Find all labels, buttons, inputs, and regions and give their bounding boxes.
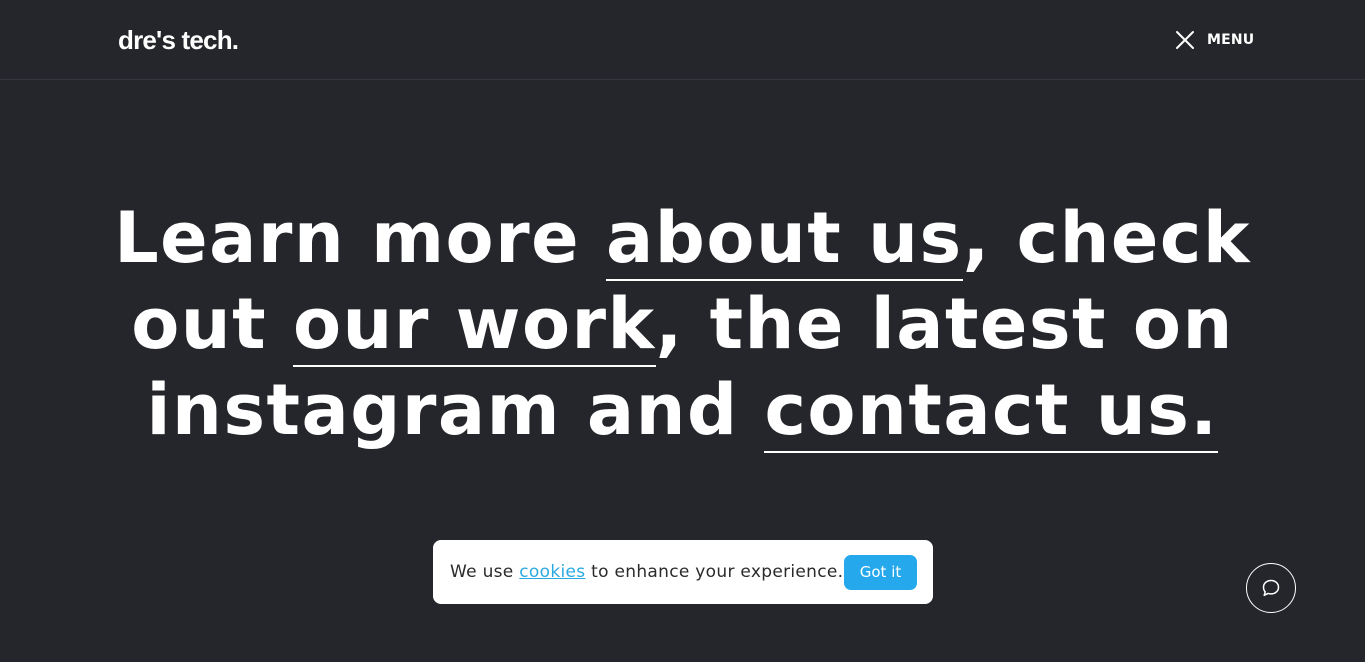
chat-button[interactable] [1246, 563, 1296, 613]
cookies-link[interactable]: cookies [519, 562, 585, 582]
hero-line-1: Learn more about us, check [0, 195, 1365, 281]
cookie-banner: We use cookies to enhance your experienc… [433, 540, 933, 604]
menu-label: MENU [1207, 32, 1255, 48]
about-us-link[interactable]: about us [606, 197, 963, 281]
chat-bubble-icon [1262, 579, 1280, 597]
hero-line-3: instagram and contact us. [0, 367, 1365, 453]
hero-heading: Learn more about us, check out our work,… [0, 195, 1365, 453]
hero-text: , check [962, 197, 1251, 279]
page: dre's tech. MENU Learn more about us, ch… [0, 0, 1365, 662]
contact-us-link[interactable]: contact us. [764, 369, 1219, 453]
our-work-link[interactable]: our work [292, 283, 656, 367]
site-logo[interactable]: dre's tech. [118, 22, 239, 58]
hero-line-2: out our work, the latest on [0, 281, 1365, 367]
close-icon [1176, 31, 1194, 49]
site-header: dre's tech. MENU [0, 0, 1365, 80]
cookie-text-before: We use [450, 562, 520, 582]
got-it-button[interactable]: Got it [844, 554, 917, 590]
hero-text: instagram and [146, 369, 765, 451]
cookie-message: We use cookies to enhance your experienc… [450, 562, 843, 582]
menu-toggle-button[interactable]: MENU [1174, 28, 1254, 52]
hero-text: out [131, 283, 293, 365]
cookie-text-after: to enhance your experience. [585, 562, 844, 582]
hero-text: Learn more [114, 197, 607, 279]
hero-text: , the latest on [655, 283, 1234, 365]
